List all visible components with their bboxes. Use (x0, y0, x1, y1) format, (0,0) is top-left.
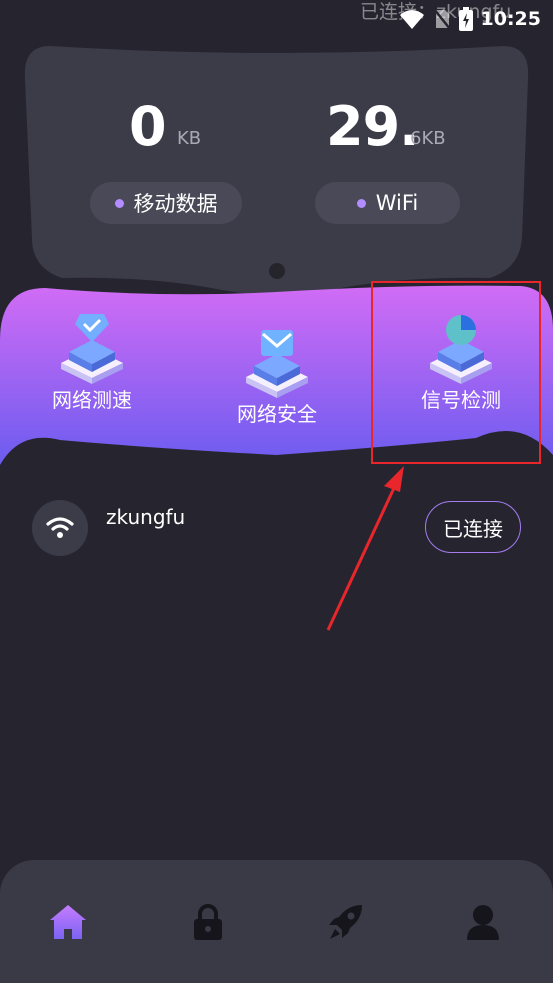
wifi-label: WiFi (375, 191, 419, 215)
feature-speed-test[interactable]: 网络测速 (40, 308, 144, 413)
page-indicator-dot (269, 263, 285, 279)
no-sim-icon (432, 8, 451, 30)
mail-box-icon (246, 330, 308, 398)
mobile-data-value: 0 (129, 95, 167, 158)
wifi-dot (356, 198, 366, 208)
data-card-background (24, 46, 529, 295)
home-icon (50, 905, 86, 939)
battery-charging-icon (458, 7, 473, 31)
wifi-data-unit: 6KB (410, 128, 446, 149)
connected-button[interactable]: 已连接 (425, 501, 521, 553)
mobile-data-tab[interactable]: 移动数据 (90, 182, 242, 224)
status-icons: 10:25 (399, 6, 541, 32)
nav-user[interactable] (463, 902, 503, 942)
wifi-list-item[interactable]: zkungfu 已连接 (0, 495, 553, 565)
wifi-icon-container (32, 500, 88, 556)
nav-lock[interactable] (188, 902, 228, 942)
wifi-tab[interactable]: WiFi (315, 182, 460, 224)
nav-home[interactable] (48, 902, 88, 942)
lock-icon (194, 904, 222, 940)
wifi-icon (46, 517, 74, 538)
mobile-data-label: 移动数据 (133, 192, 218, 216)
rocket-icon (329, 905, 362, 939)
shield-check-icon (61, 314, 123, 384)
feature-speed-test-label: 网络测速 (52, 388, 132, 412)
wifi-signal-icon (399, 10, 424, 29)
nav-rocket[interactable] (325, 902, 365, 942)
highlight-box (371, 281, 541, 464)
wifi-data-value: 29. (326, 95, 420, 158)
status-bar: 已连接：zkungfu 10:25 (0, 0, 553, 36)
feature-security-label: 网络安全 (237, 402, 317, 426)
bottom-nav (0, 860, 553, 983)
mobile-data-unit: KB (177, 128, 202, 149)
status-time: 10:25 (480, 8, 541, 30)
feature-security[interactable]: 网络安全 (225, 322, 329, 427)
mobile-data-dot (114, 198, 124, 208)
wifi-network-name: zkungfu (106, 505, 186, 529)
data-usage-card: 0 KB 29. 6KB 移动数据 WiFi (0, 38, 553, 300)
user-icon (467, 905, 499, 940)
